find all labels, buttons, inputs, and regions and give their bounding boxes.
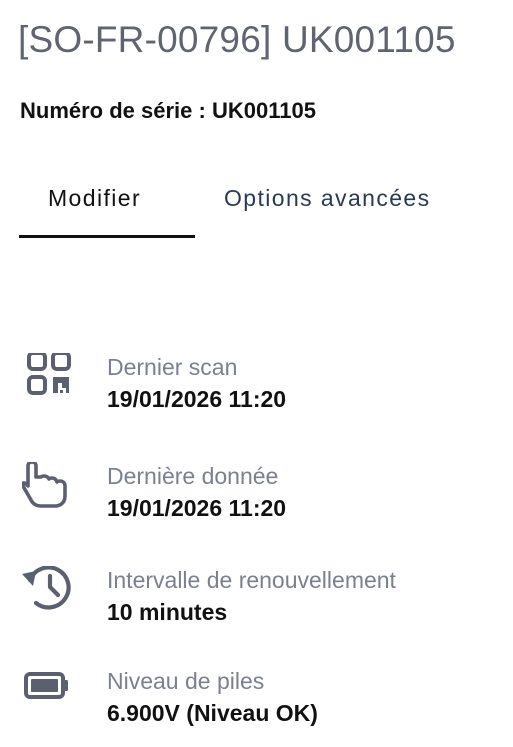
- tab-advanced-options[interactable]: Options avancées: [224, 184, 431, 212]
- active-tab-indicator: [19, 235, 195, 238]
- info-row-last-scan: Dernier scan 19/01/2026 11:20: [0, 353, 513, 423]
- history-icon: [22, 566, 78, 622]
- battery-level-value: 6.900V (Niveau OK): [107, 700, 318, 726]
- refresh-interval-label: Intervalle de renouvellement: [107, 567, 396, 593]
- battery-full-icon: [22, 667, 78, 723]
- last-scan-value: 19/01/2026 11:20: [107, 386, 287, 412]
- refresh-interval-value: 10 minutes: [107, 599, 228, 625]
- qr-code-icon: [22, 353, 78, 409]
- info-row-refresh-interval: Intervalle de renouvellement 10 minutes: [0, 566, 513, 636]
- touch-hand-icon: [22, 462, 78, 518]
- info-row-battery-level: Niveau de piles 6.900V (Niveau OK): [0, 667, 513, 737]
- serial-number-line: Numéro de série : UK001105: [20, 98, 316, 123]
- tab-modify[interactable]: Modifier: [48, 184, 141, 212]
- last-scan-label: Dernier scan: [107, 354, 238, 380]
- last-data-value: 19/01/2026 11:20: [107, 495, 287, 521]
- last-data-label: Dernière donnée: [107, 463, 279, 489]
- page-title: [SO-FR-00796] UK001105: [18, 19, 456, 60]
- info-row-last-data: Dernière donnée 19/01/2026 11:20: [0, 462, 513, 532]
- battery-level-label: Niveau de piles: [107, 668, 265, 694]
- tab-bar: Modifier Options avancées: [0, 172, 513, 238]
